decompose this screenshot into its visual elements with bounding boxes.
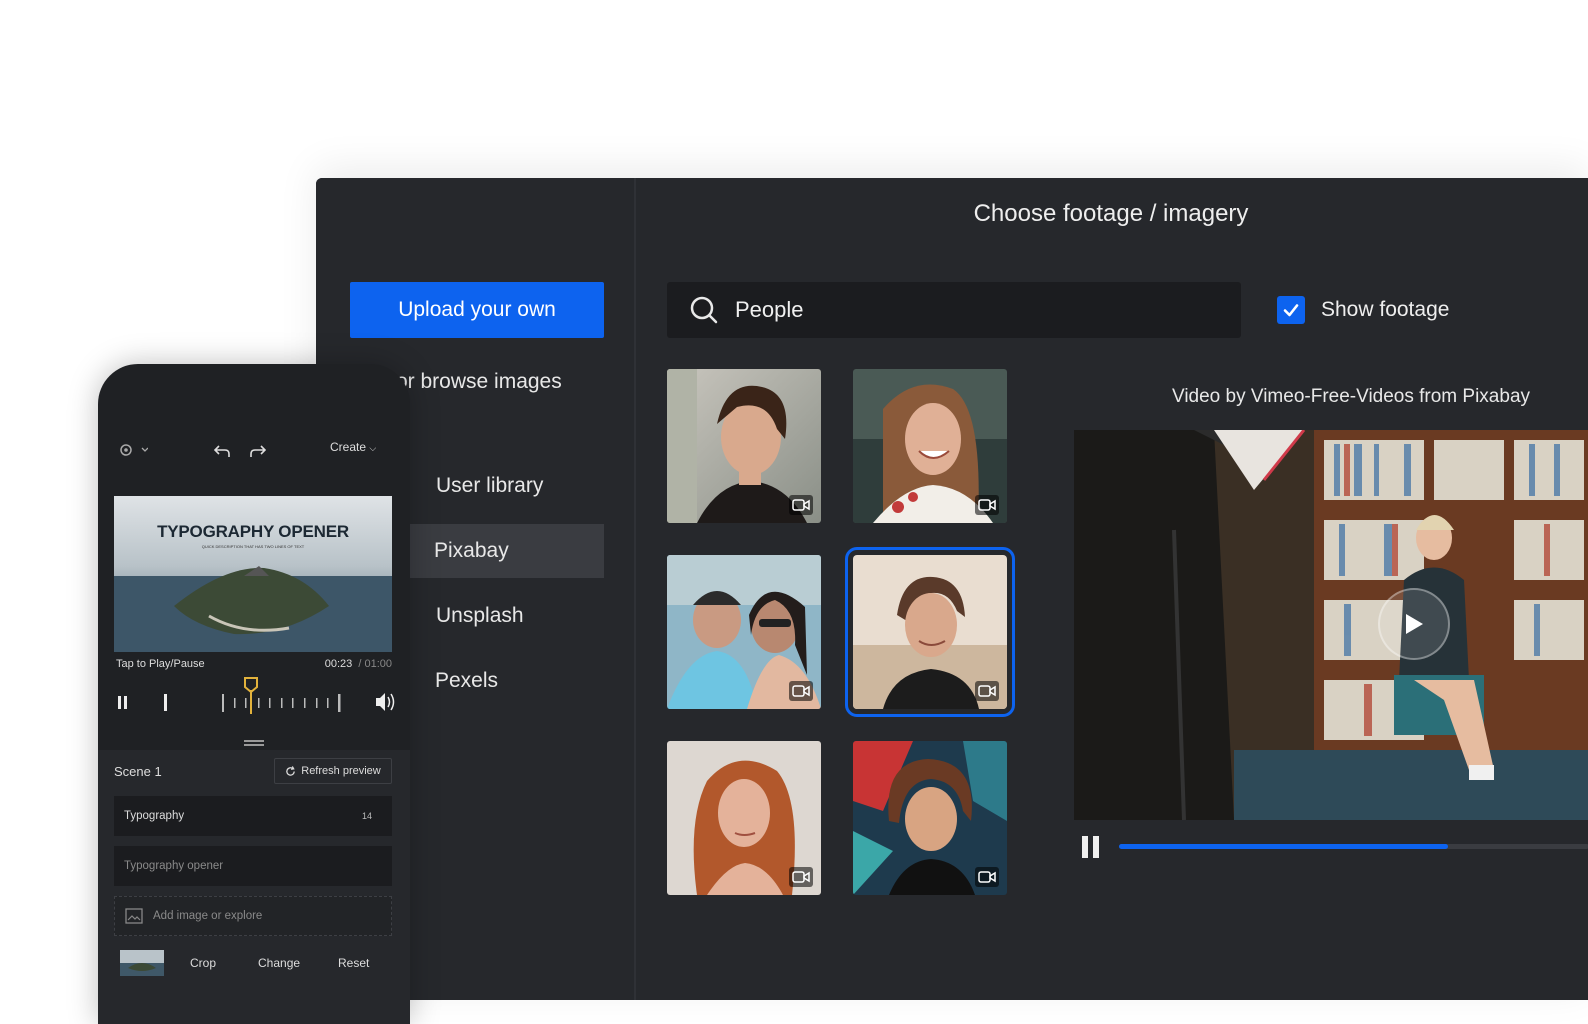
video-camera-icon <box>789 867 813 887</box>
video-camera-icon <box>975 867 999 887</box>
phone-playback-controls <box>114 674 396 714</box>
scene-label: Scene 1 <box>114 764 162 779</box>
pause-icon[interactable] <box>118 696 127 709</box>
source-pixabay[interactable]: Pixabay <box>408 524 604 578</box>
result-thumb-selected[interactable] <box>845 547 1015 717</box>
video-progress-fill <box>1119 844 1448 849</box>
source-user-library[interactable]: User library <box>408 459 604 513</box>
preview-subtitle: QUICK DESCRIPTION THAT HAS TWO LINES OF … <box>201 544 305 549</box>
time-current: 00:23 <box>324 658 353 670</box>
pause-icon-bar <box>1093 836 1099 858</box>
create-menu[interactable]: Create ⌵ <box>330 440 376 454</box>
create-label: Create <box>330 440 367 454</box>
phone-mockup: Create ⌵ TYPOGRAPHY OPENER QUICK DESCRIP… <box>98 364 410 1024</box>
search-icon <box>689 295 719 325</box>
video-camera-icon <box>975 495 999 515</box>
text-input[interactable]: Typography opener <box>114 846 392 886</box>
volume-icon[interactable] <box>376 693 395 711</box>
search-box[interactable] <box>667 282 1241 338</box>
drawer-handle[interactable] <box>244 740 264 746</box>
panel-title: Choose footage / imagery <box>973 200 1249 227</box>
image-thumbnail <box>120 950 164 976</box>
character-count: 14 <box>361 811 372 821</box>
timeline-ticks <box>222 694 341 712</box>
video-credit: Video by Vimeo-Free-Videos from Pixabay <box>1172 386 1531 407</box>
playhead[interactable] <box>244 677 258 714</box>
source-pexels[interactable]: Pexels <box>408 654 604 708</box>
scene-editor: Scene 1 Refresh preview Typography 14 Ty… <box>98 750 410 1024</box>
time-total: / 01:00 <box>358 658 392 670</box>
crop-button[interactable]: Crop <box>190 956 216 970</box>
change-button[interactable]: Change <box>258 956 300 970</box>
trim-start-handle <box>164 694 167 711</box>
pause-icon-bar <box>1082 836 1088 858</box>
result-thumb[interactable] <box>667 369 821 523</box>
check-icon <box>1283 304 1299 317</box>
redo-icon[interactable] <box>250 444 266 458</box>
video-camera-icon <box>975 681 999 701</box>
preview-title: TYPOGRAPHY OPENER <box>157 522 349 541</box>
play-button[interactable] <box>1378 588 1450 660</box>
refresh-icon <box>286 765 296 776</box>
show-footage-label: Show footage <box>1321 298 1450 321</box>
time-readout: 00:23 / 01:00 <box>325 658 392 670</box>
result-thumb[interactable] <box>853 369 1007 523</box>
add-image-field[interactable]: Add image or explore <box>114 896 392 936</box>
image-icon <box>125 908 143 924</box>
show-footage-toggle[interactable]: Show footage <box>1277 296 1449 324</box>
tap-to-play-label: Tap to Play/Pause <box>116 658 205 670</box>
refresh-preview-label: Refresh preview <box>301 765 381 777</box>
pause-button[interactable] <box>1082 836 1102 860</box>
video-camera-icon <box>789 681 813 701</box>
result-thumb[interactable] <box>667 741 821 895</box>
video-camera-icon <box>789 495 813 515</box>
typography-field-label: Typography <box>124 810 185 822</box>
image-actions-row: Crop Change Reset <box>120 948 392 978</box>
footage-chooser-panel: Upload your own or browse images User li… <box>316 178 1588 1000</box>
scene-preview[interactable]: TYPOGRAPHY OPENER QUICK DESCRIPTION THAT… <box>114 496 392 652</box>
typography-select[interactable]: Typography 14 <box>114 796 392 836</box>
source-unsplash[interactable]: Unsplash <box>408 589 604 643</box>
search-input[interactable] <box>733 296 1217 324</box>
refresh-preview-button[interactable]: Refresh preview <box>274 758 392 784</box>
upload-your-own-button[interactable]: Upload your own <box>350 282 604 338</box>
add-image-label: Add image or explore <box>153 910 263 922</box>
result-thumb[interactable] <box>667 555 821 709</box>
show-footage-checkbox[interactable] <box>1277 296 1305 324</box>
play-icon <box>1406 614 1423 634</box>
chevron-down-icon: ⌵ <box>369 443 377 453</box>
video-preview[interactable] <box>1074 430 1588 820</box>
result-thumb[interactable] <box>853 741 1007 895</box>
video-progress-bar[interactable] <box>1119 844 1588 849</box>
gear-icon[interactable] <box>118 442 148 458</box>
browse-images-label: or browse images <box>396 370 562 393</box>
undo-icon[interactable] <box>214 444 230 458</box>
reset-button[interactable]: Reset <box>338 956 369 970</box>
